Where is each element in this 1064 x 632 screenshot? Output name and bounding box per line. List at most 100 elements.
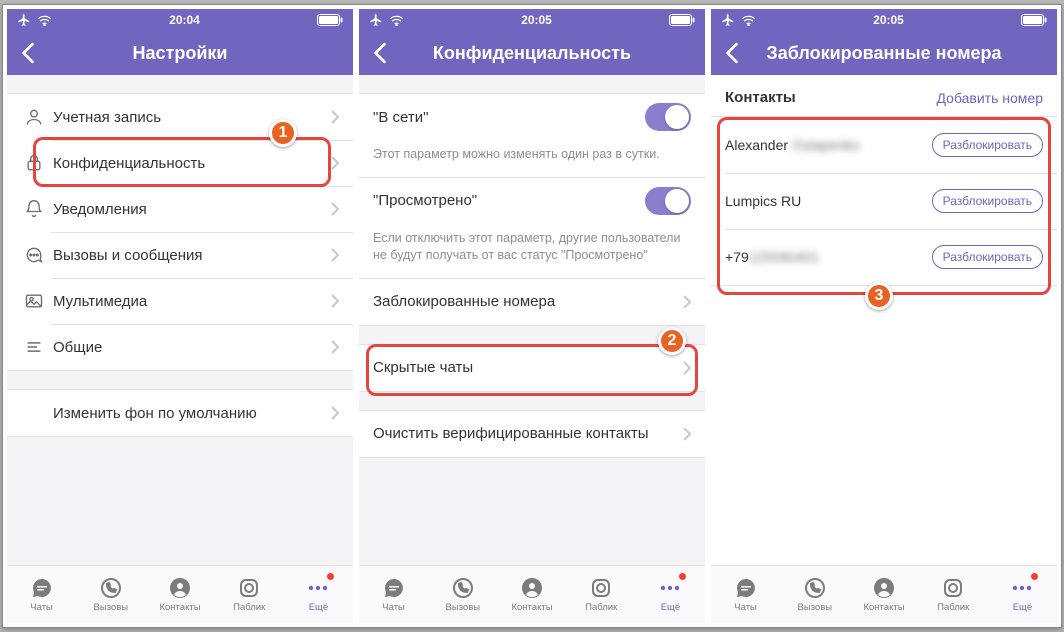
row-label: Уведомления: [53, 201, 331, 218]
header-title: Заблокированные номера: [766, 43, 1001, 64]
notification-dot-icon: [1030, 572, 1039, 581]
wifi-icon: [741, 14, 756, 26]
toggle-seen[interactable]: [645, 187, 691, 215]
notification-dot-icon: [678, 572, 687, 581]
row-general[interactable]: Общие: [7, 324, 353, 370]
chevron-right-icon: [331, 294, 339, 308]
tab-more[interactable]: Ещё: [284, 566, 353, 623]
tab-public[interactable]: Паблик: [215, 566, 284, 623]
blocked-contact-row: Alexander Ostapenko Разблокировать: [711, 117, 1057, 173]
chevron-left-icon: [373, 42, 387, 64]
notification-dot-icon: [326, 572, 335, 581]
row-label: "Просмотрено": [373, 192, 477, 209]
back-button[interactable]: [13, 31, 43, 75]
row-privacy[interactable]: Конфиденциальность: [7, 140, 353, 186]
blocked-contact-row: +79120090401 Разблокировать: [711, 229, 1057, 285]
desc-seen: Если отключить этот параметр, другие пол…: [359, 224, 705, 279]
tab-contacts[interactable]: Контакты: [497, 566, 566, 623]
contacts-icon: [520, 576, 544, 600]
row-calls[interactable]: Вызовы и сообщения: [7, 232, 353, 278]
screen-blocked: 20:05 Заблокированные номера Контакты До…: [711, 9, 1057, 623]
content: Контакты Добавить номер Alexander Ostape…: [711, 75, 1057, 565]
airplane-icon: [369, 13, 383, 27]
airplane-icon: [721, 13, 735, 27]
back-button[interactable]: [717, 31, 747, 75]
row-online[interactable]: "В сети": [359, 94, 705, 140]
chevron-right-icon: [331, 110, 339, 124]
back-button[interactable]: [365, 31, 395, 75]
tab-more[interactable]: Ещё: [988, 566, 1057, 623]
content: Учетная запись Конфиденциальность Уведом…: [7, 75, 353, 565]
chevron-right-icon: [683, 361, 691, 375]
tab-public[interactable]: Паблик: [567, 566, 636, 623]
add-number-link[interactable]: Добавить номер: [937, 90, 1043, 106]
chevron-right-icon: [331, 340, 339, 354]
chevron-right-icon: [331, 156, 339, 170]
row-blocked[interactable]: Заблокированные номера: [359, 279, 705, 325]
tab-more[interactable]: Ещё: [636, 566, 705, 623]
screen-privacy: 20:05 Конфиденциальность "В сети" Этот п…: [359, 9, 705, 623]
row-seen[interactable]: "Просмотрено": [359, 178, 705, 224]
wifi-icon: [37, 14, 52, 26]
row-label: "В сети": [373, 109, 428, 126]
status-time: 20:04: [169, 13, 200, 27]
tab-bar: Чаты Вызовы Контакты Паблик Ещё: [359, 565, 705, 623]
chats-icon: [734, 576, 758, 600]
row-notifications[interactable]: Уведомления: [7, 186, 353, 232]
row-media[interactable]: Мультимедиа: [7, 278, 353, 324]
tab-chats[interactable]: Чаты: [7, 566, 76, 623]
toggle-online[interactable]: [645, 103, 691, 131]
phone-icon: [99, 576, 123, 600]
row-hidden[interactable]: Скрытые чаты: [359, 345, 705, 391]
screen-settings: 20:04 Настройки Учетная запись Конфиденц…: [7, 9, 353, 623]
header-title: Конфиденциальность: [433, 43, 631, 64]
header: Заблокированные номера: [711, 31, 1057, 75]
header-title: Настройки: [133, 43, 228, 64]
content: "В сети" Этот параметр можно изменять од…: [359, 75, 705, 565]
unblock-button[interactable]: Разблокировать: [932, 133, 1043, 157]
row-label: Очистить верифицированные контакты: [373, 425, 683, 442]
row-label: Изменить фон по умолчанию: [53, 405, 331, 422]
public-icon: [237, 576, 261, 600]
unblock-button[interactable]: Разблокировать: [932, 189, 1043, 213]
tab-calls[interactable]: Вызовы: [428, 566, 497, 623]
status-time: 20:05: [521, 13, 552, 27]
chevron-left-icon: [21, 42, 35, 64]
tab-contacts[interactable]: Контакты: [145, 566, 214, 623]
tab-calls[interactable]: Вызовы: [76, 566, 145, 623]
lock-icon: [24, 153, 44, 173]
section-title: Контакты: [725, 89, 796, 106]
desc-online: Этот параметр можно изменять один раз в …: [359, 140, 705, 178]
row-wallpaper[interactable]: Изменить фон по умолчанию: [7, 390, 353, 436]
list-icon: [24, 337, 44, 357]
unblock-button[interactable]: Разблокировать: [932, 245, 1043, 269]
row-label: Конфиденциальность: [53, 155, 331, 172]
row-account[interactable]: Учетная запись: [7, 94, 353, 140]
tab-public[interactable]: Паблик: [919, 566, 988, 623]
image-icon: [24, 291, 44, 311]
phone-icon: [803, 576, 827, 600]
status-bar: 20:04: [7, 9, 353, 31]
tab-chats[interactable]: Чаты: [359, 566, 428, 623]
chats-icon: [382, 576, 406, 600]
row-label: Заблокированные номера: [373, 293, 683, 310]
header: Конфиденциальность: [359, 31, 705, 75]
row-label: Учетная запись: [53, 109, 331, 126]
phone-icon: [451, 576, 475, 600]
status-bar: 20:05: [711, 9, 1057, 31]
tab-bar: Чаты Вызовы Контакты Паблик Ещё: [711, 565, 1057, 623]
row-label: Мультимедиа: [53, 293, 331, 310]
chevron-left-icon: [725, 42, 739, 64]
status-time: 20:05: [873, 13, 904, 27]
battery-icon: [1021, 14, 1047, 26]
tab-calls[interactable]: Вызовы: [780, 566, 849, 623]
chevron-right-icon: [331, 406, 339, 420]
contacts-icon: [872, 576, 896, 600]
chevron-right-icon: [683, 295, 691, 309]
tab-contacts[interactable]: Контакты: [849, 566, 918, 623]
chevron-right-icon: [331, 202, 339, 216]
tab-chats[interactable]: Чаты: [711, 566, 780, 623]
bell-icon: [24, 199, 44, 219]
row-clear-verified[interactable]: Очистить верифицированные контакты: [359, 411, 705, 457]
section-header: Контакты Добавить номер: [711, 75, 1057, 116]
